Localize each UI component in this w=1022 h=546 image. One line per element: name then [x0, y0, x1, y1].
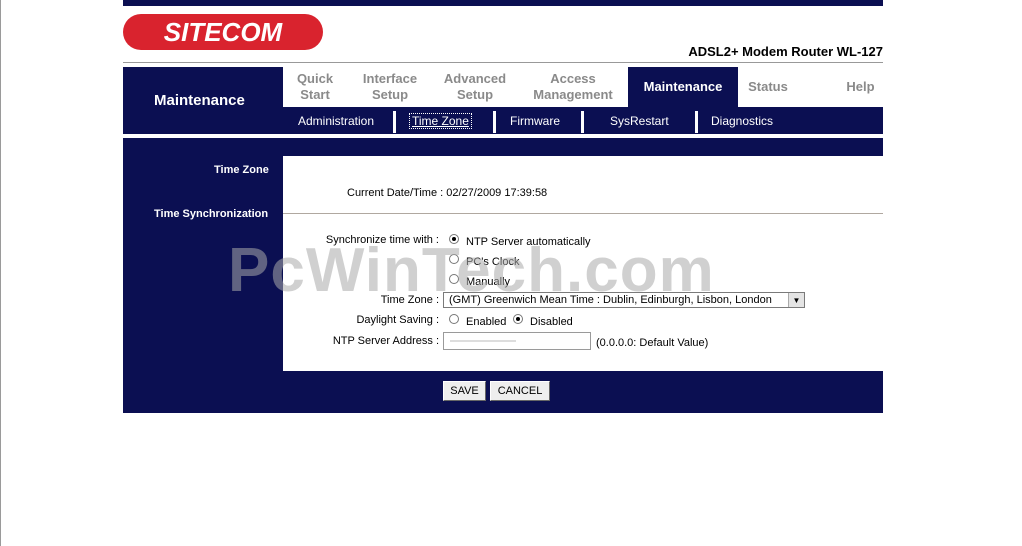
- subnav-separator: [493, 111, 496, 133]
- subnav-separator: [695, 111, 698, 133]
- page-edge: [0, 0, 1, 546]
- radio-ntp[interactable]: [449, 234, 459, 244]
- header-divider: [123, 62, 883, 63]
- subnav-separator: [393, 111, 396, 133]
- timezone-value: (GMT) Greenwich Mean Time : Dublin, Edin…: [449, 294, 772, 306]
- sync-label: Synchronize time with :: [325, 234, 439, 246]
- section-band: [123, 138, 883, 156]
- radio-daylight-enabled[interactable]: [449, 314, 459, 324]
- daylight-disabled-label: Disabled: [530, 316, 573, 328]
- daylight-enabled-label: Enabled: [466, 316, 507, 328]
- timezone-select[interactable]: (GMT) Greenwich Mean Time : Dublin, Edin…: [443, 292, 805, 308]
- ntp-address-input[interactable]: [443, 332, 591, 350]
- pc-clock-option-label: PC's Clock: [466, 256, 520, 268]
- tab-interface-setup[interactable]: Interface Setup: [355, 67, 425, 107]
- subtab-administration[interactable]: Administration: [298, 114, 374, 128]
- time-sync-heading: Time Synchronization: [154, 208, 269, 220]
- left-column: [123, 156, 283, 371]
- timezone-label: Time Zone :: [380, 294, 439, 306]
- subtab-sysrestart[interactable]: SysRestart: [610, 114, 669, 128]
- ntp-option-label: NTP Server automatically: [466, 236, 591, 248]
- subtab-time-zone[interactable]: Time Zone: [409, 113, 472, 129]
- tab-advanced-setup[interactable]: Advanced Setup: [435, 67, 515, 107]
- sub-nav: Administration Time Zone Firmware SysRes…: [123, 107, 883, 134]
- tab-access-management[interactable]: Access Management: [523, 67, 623, 107]
- radio-daylight-disabled[interactable]: [513, 314, 523, 324]
- subtab-firmware[interactable]: Firmware: [510, 114, 560, 128]
- cancel-button[interactable]: CANCEL: [490, 381, 550, 401]
- current-datetime-value: 02/27/2009 17:39:58: [446, 187, 548, 199]
- save-button[interactable]: SAVE: [443, 381, 486, 401]
- top-bar: [123, 0, 883, 6]
- tab-maintenance[interactable]: Maintenance: [628, 67, 738, 107]
- manually-option-label: Manually: [466, 276, 511, 288]
- time-zone-heading: Time Zone: [214, 164, 269, 176]
- current-datetime: Current Date/Time : 02/27/2009 17:39:58: [347, 187, 547, 199]
- dropdown-arrow-icon[interactable]: ▼: [788, 293, 804, 307]
- daylight-label: Daylight Saving :: [356, 314, 439, 326]
- tab-status[interactable]: Status: [738, 67, 798, 107]
- radio-manually[interactable]: [449, 274, 459, 284]
- section-divider: [283, 213, 883, 214]
- tab-help[interactable]: Help: [828, 67, 893, 107]
- ntp-address-label: NTP Server Address :: [332, 335, 439, 347]
- tab-quick-start[interactable]: Quick Start: [283, 67, 347, 107]
- logo-text: SITECOM: [164, 17, 284, 47]
- subnav-separator: [581, 111, 584, 133]
- current-datetime-label: Current Date/Time :: [347, 187, 444, 199]
- ntp-hint: (0.0.0.0: Default Value): [596, 337, 709, 349]
- blurred-value: [450, 340, 516, 342]
- sitecom-logo: SITECOM: [123, 14, 323, 50]
- subtab-diagnostics[interactable]: Diagnostics: [711, 114, 773, 128]
- product-name: ADSL2+ Modem Router WL-127: [688, 44, 883, 59]
- radio-pc-clock[interactable]: [449, 254, 459, 264]
